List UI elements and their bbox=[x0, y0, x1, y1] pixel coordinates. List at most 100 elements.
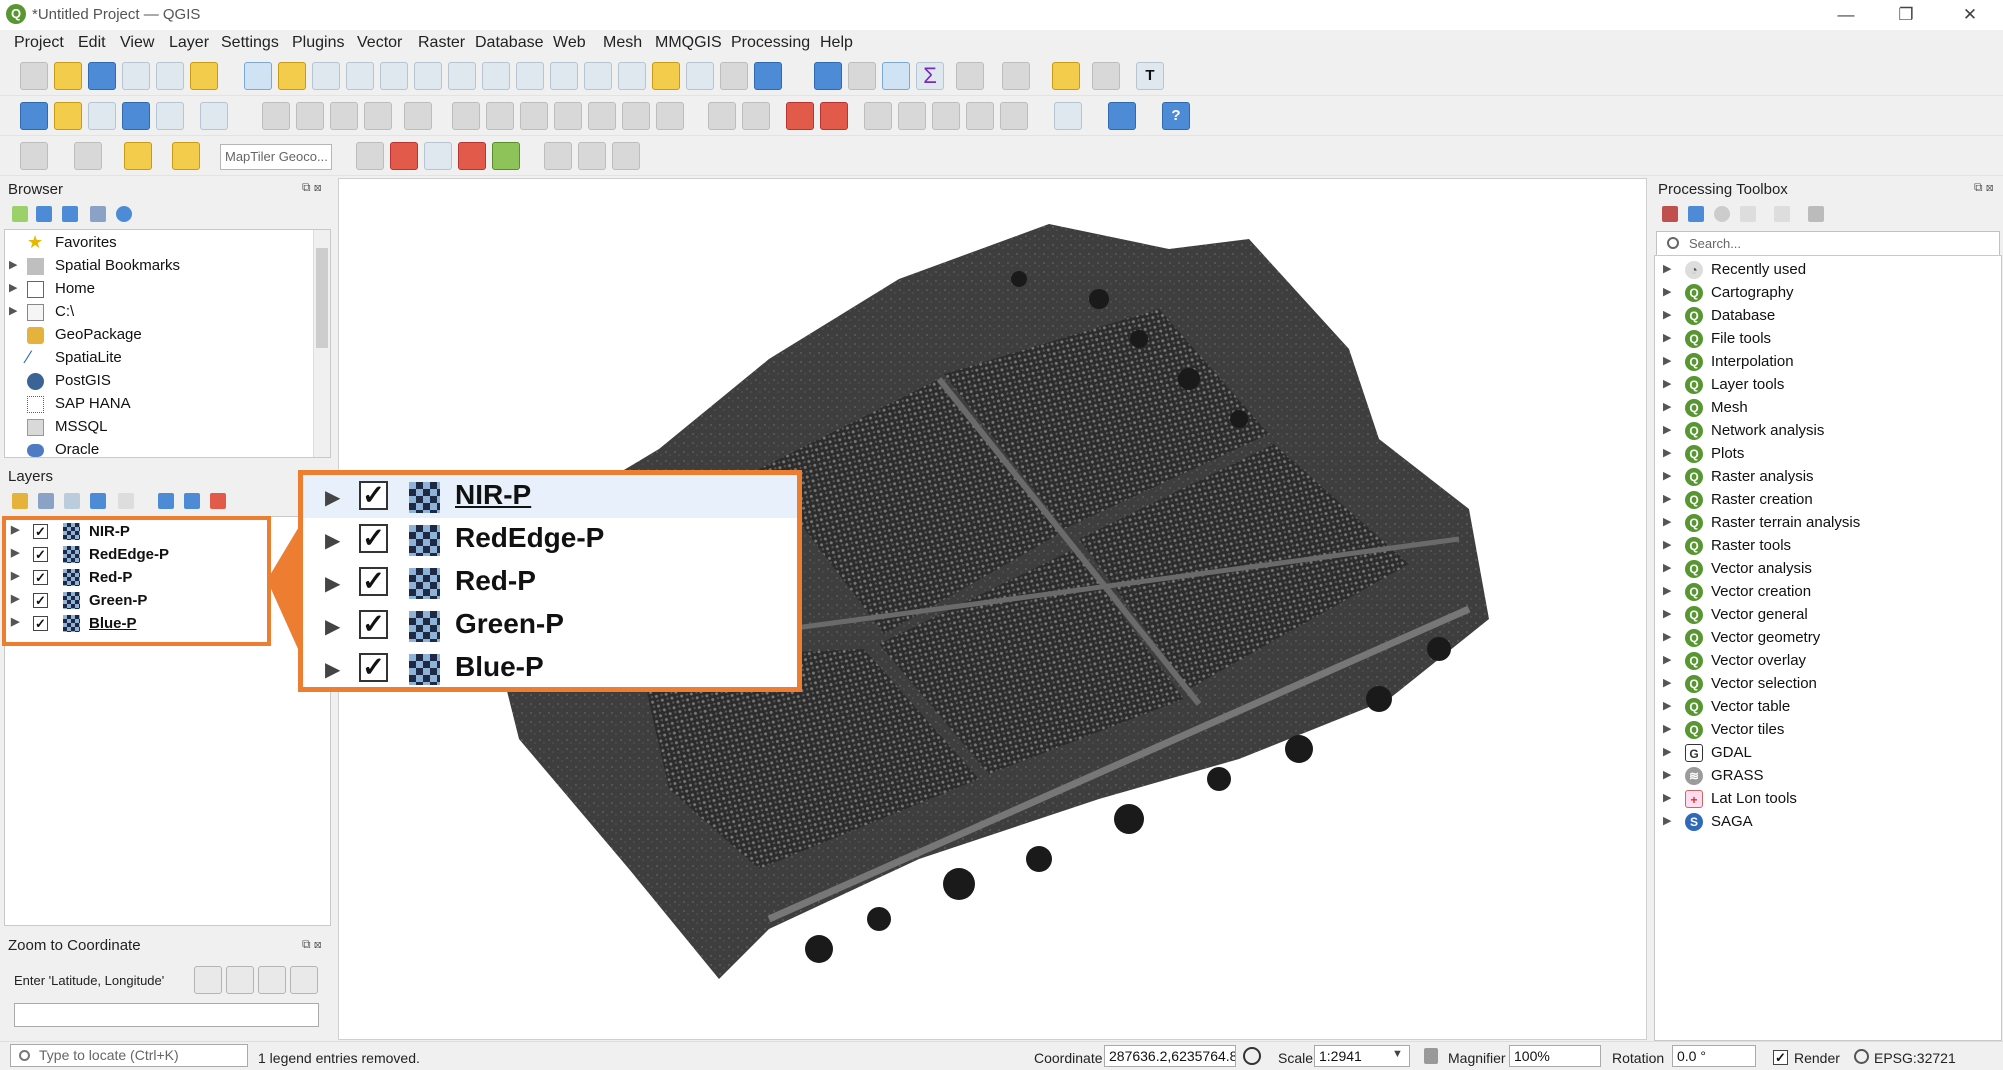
expand-arrow-icon[interactable]: ▶ bbox=[1663, 400, 1671, 413]
menu-settings[interactable]: Settings bbox=[221, 34, 279, 52]
open-attribute-table-icon[interactable] bbox=[848, 62, 876, 90]
text-annotation-select-icon[interactable] bbox=[1092, 62, 1120, 90]
save-project-icon[interactable] bbox=[88, 62, 116, 90]
expand-arrow-icon[interactable]: ▶ bbox=[1663, 308, 1671, 321]
options-wrench-icon[interactable] bbox=[1808, 206, 1824, 222]
menu-project[interactable]: Project bbox=[14, 34, 64, 52]
new-map-view-icon[interactable] bbox=[584, 62, 612, 90]
expand-arrow-icon[interactable]: ▶ bbox=[1663, 768, 1671, 781]
processing-dock-buttons[interactable]: ⧉ ⊠ bbox=[1974, 180, 1994, 195]
data-source-manager-icon[interactable] bbox=[20, 102, 48, 130]
expand-arrow-icon[interactable]: ▶ bbox=[1663, 630, 1671, 643]
menu-database[interactable]: Database bbox=[475, 34, 544, 52]
show-bookmarks-icon[interactable] bbox=[686, 62, 714, 90]
select-by-value-icon[interactable] bbox=[74, 142, 102, 170]
zoomed-layer-green-p[interactable]: ▶ ✓ Green-P bbox=[303, 604, 797, 647]
new-bookmark-icon[interactable] bbox=[652, 62, 680, 90]
expand-arrow-icon[interactable]: ▶ bbox=[1663, 584, 1671, 597]
delete-selected-icon[interactable] bbox=[486, 102, 514, 130]
select-location-icon[interactable] bbox=[172, 142, 200, 170]
zoom-full-icon[interactable] bbox=[380, 62, 408, 90]
select-features-icon[interactable] bbox=[20, 142, 48, 170]
expand-arrow-icon[interactable]: ▶ bbox=[1663, 676, 1671, 689]
models-icon[interactable] bbox=[1662, 206, 1678, 222]
zoomed-layer-rededge-p[interactable]: ▶ ✓ RedEdge-P bbox=[303, 518, 797, 561]
restore-button[interactable]: ❐ bbox=[1876, 0, 1936, 30]
map-tips-icon[interactable] bbox=[1052, 62, 1080, 90]
layout-manager-icon[interactable] bbox=[156, 62, 184, 90]
temporal-controller-icon[interactable] bbox=[720, 62, 748, 90]
help-icon[interactable]: ? bbox=[1162, 102, 1190, 130]
globe-icon[interactable] bbox=[544, 142, 572, 170]
add-layer-icon[interactable] bbox=[12, 206, 28, 222]
refresh-icon[interactable] bbox=[754, 62, 782, 90]
copy-features-icon[interactable] bbox=[554, 102, 582, 130]
new-geopackage-layer-icon[interactable] bbox=[54, 102, 82, 130]
expand-arrow-icon[interactable]: ▶ bbox=[1663, 423, 1671, 436]
expand-arrow-icon[interactable]: ▶ bbox=[325, 571, 340, 596]
style-manager-icon[interactable] bbox=[190, 62, 218, 90]
expand-arrow-icon[interactable]: ▶ bbox=[9, 258, 17, 271]
label-highlight-icon[interactable] bbox=[786, 102, 814, 130]
menu-vector[interactable]: Vector bbox=[357, 34, 402, 52]
label-toolbar-icon[interactable] bbox=[708, 102, 736, 130]
render-checkbox[interactable]: ✓ bbox=[1773, 1050, 1788, 1065]
current-edits-icon[interactable] bbox=[262, 102, 290, 130]
geocoder-search-input[interactable]: MapTiler Geoco... bbox=[220, 144, 332, 170]
menu-edit[interactable]: Edit bbox=[78, 34, 106, 52]
add-feature-icon[interactable] bbox=[364, 102, 392, 130]
expand-arrow-icon[interactable]: ▶ bbox=[1663, 722, 1671, 735]
new-virtual-layer-icon[interactable] bbox=[200, 102, 228, 130]
processing-search-input[interactable]: Search... bbox=[1656, 231, 2000, 256]
show-hide-labels-icon[interactable] bbox=[864, 102, 892, 130]
expand-arrow-icon[interactable]: ▶ bbox=[325, 614, 340, 639]
expand-all-icon[interactable] bbox=[158, 493, 174, 509]
clipboard-icon[interactable] bbox=[226, 966, 254, 994]
layer-visibility-checkbox[interactable]: ✓ bbox=[359, 524, 388, 553]
expand-arrow-icon[interactable]: ▶ bbox=[1663, 561, 1671, 574]
expand-arrow-icon[interactable]: ▶ bbox=[1663, 745, 1671, 758]
menu-view[interactable]: View bbox=[120, 34, 154, 52]
rotate-label-icon[interactable] bbox=[932, 102, 960, 130]
layer-visibility-checkbox[interactable]: ✓ bbox=[359, 567, 388, 596]
scrollbar-thumb[interactable] bbox=[316, 248, 328, 348]
expand-arrow-icon[interactable]: ▶ bbox=[325, 528, 340, 553]
toggle-extents-icon[interactable] bbox=[1243, 1047, 1261, 1065]
zoom-to-layer-icon[interactable] bbox=[448, 62, 476, 90]
close-button[interactable]: ✕ bbox=[1940, 0, 2000, 30]
properties-icon[interactable] bbox=[116, 206, 132, 222]
menu-processing[interactable]: Processing bbox=[731, 34, 810, 52]
move-label-icon[interactable] bbox=[898, 102, 926, 130]
plugin-globe-icon[interactable] bbox=[1054, 102, 1082, 130]
zoomed-layer-red-p[interactable]: ▶ ✓ Red-P bbox=[303, 561, 797, 604]
menu-plugins[interactable]: Plugins bbox=[292, 34, 344, 52]
expand-arrow-icon[interactable]: ▶ bbox=[1663, 354, 1671, 367]
expand-arrow-icon[interactable]: ▶ bbox=[1663, 607, 1671, 620]
collapse-all-icon[interactable] bbox=[90, 206, 106, 222]
python-console-icon[interactable] bbox=[1108, 102, 1136, 130]
modify-attributes-icon[interactable] bbox=[452, 102, 480, 130]
zoom-native-icon[interactable] bbox=[482, 62, 510, 90]
zoom-to-selection-icon[interactable] bbox=[414, 62, 442, 90]
browser-dock-buttons[interactable]: ⧉ ⊠ bbox=[302, 180, 322, 195]
expand-arrow-icon[interactable]: ▶ bbox=[1663, 699, 1671, 712]
paste-features-icon[interactable] bbox=[588, 102, 616, 130]
zoom-next-icon[interactable] bbox=[550, 62, 578, 90]
layer-labeling-options-icon[interactable] bbox=[742, 102, 770, 130]
zoom-to-coordinate-icon[interactable] bbox=[194, 966, 222, 994]
label-pin-icon[interactable] bbox=[820, 102, 848, 130]
expand-arrow-icon[interactable]: ▶ bbox=[1663, 285, 1671, 298]
manage-visibility-icon[interactable] bbox=[64, 493, 80, 509]
expand-arrow-icon[interactable]: ▶ bbox=[1663, 538, 1671, 551]
filter-legend-icon[interactable] bbox=[90, 493, 106, 509]
expand-arrow-icon[interactable]: ▶ bbox=[9, 281, 17, 294]
coordinate-input[interactable] bbox=[14, 1003, 319, 1027]
crs-globe-icon[interactable] bbox=[1854, 1049, 1869, 1064]
menu-raster[interactable]: Raster bbox=[418, 34, 465, 52]
redo-icon[interactable] bbox=[656, 102, 684, 130]
minimize-button[interactable]: — bbox=[1816, 0, 1876, 30]
cut-features-icon[interactable] bbox=[520, 102, 548, 130]
toolbox-icon[interactable] bbox=[882, 62, 910, 90]
expand-arrow-icon[interactable]: ▶ bbox=[1663, 446, 1671, 459]
pan-map-icon[interactable] bbox=[244, 62, 272, 90]
